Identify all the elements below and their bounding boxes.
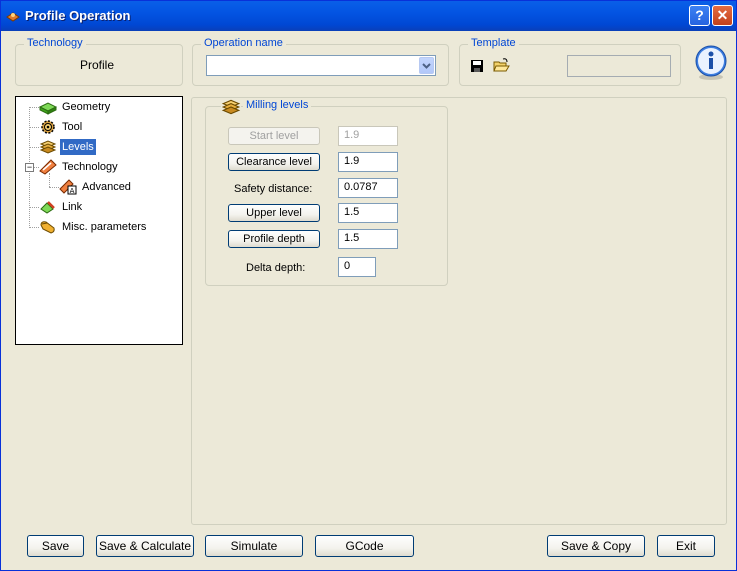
info-icon[interactable] bbox=[694, 45, 728, 81]
simulate-button[interactable]: Simulate bbox=[205, 535, 303, 557]
chevron-down-icon bbox=[422, 63, 431, 69]
tree-expander-sign: − bbox=[26, 162, 33, 172]
close-button[interactable]: ✕ bbox=[712, 5, 733, 26]
technology-value: Profile bbox=[80, 58, 115, 72]
operation-name-combobox[interactable] bbox=[206, 55, 436, 76]
title-bar[interactable]: Profile Operation ? ✕ bbox=[1, 1, 736, 31]
operation-name-title: Operation name bbox=[201, 37, 286, 49]
save-calculate-button[interactable]: Save & Calculate bbox=[96, 535, 194, 557]
tree-connector bbox=[29, 227, 39, 228]
tree-connector bbox=[29, 207, 39, 208]
help-button[interactable]: ? bbox=[689, 5, 710, 26]
tree-item-technology[interactable]: Technology bbox=[60, 159, 120, 175]
milling-levels-icon bbox=[221, 98, 241, 116]
tree-connector bbox=[29, 127, 39, 128]
tree-item-geometry[interactable]: Geometry bbox=[60, 99, 112, 115]
upper-level-button[interactable]: Upper level bbox=[228, 204, 320, 222]
tree-connector bbox=[49, 187, 59, 188]
upper-level-field[interactable]: 1.5 bbox=[338, 203, 398, 223]
save-button[interactable]: Save bbox=[27, 535, 84, 557]
profile-depth-field[interactable]: 1.5 bbox=[338, 229, 398, 249]
technology-icon bbox=[39, 159, 57, 175]
misc-parameters-icon bbox=[40, 221, 55, 234]
save-copy-button[interactable]: Save & Copy bbox=[547, 535, 645, 557]
tree-connector bbox=[29, 147, 39, 148]
dropdown-button[interactable] bbox=[419, 57, 434, 74]
levels-icon bbox=[39, 140, 57, 154]
advanced-icon: A bbox=[59, 179, 77, 195]
template-title: Template bbox=[468, 37, 519, 49]
technology-group: Technology Profile bbox=[15, 37, 183, 86]
technology-group-title: Technology bbox=[24, 37, 86, 49]
save-template-icon[interactable] bbox=[470, 59, 484, 73]
tree-item-misc-parameters[interactable]: Misc. parameters bbox=[60, 219, 148, 235]
gcode-button[interactable]: GCode bbox=[315, 535, 414, 557]
safety-distance-label: Safety distance: bbox=[234, 183, 313, 195]
tree-connector bbox=[49, 173, 50, 187]
milling-levels-title: Milling levels bbox=[243, 99, 312, 111]
profile-depth-button[interactable]: Profile depth bbox=[228, 230, 320, 248]
safety-distance-field[interactable]: 0.0787 bbox=[338, 178, 398, 198]
svg-text:A: A bbox=[70, 187, 75, 195]
geometry-icon bbox=[39, 102, 57, 115]
delta-depth-field[interactable]: 0 bbox=[338, 257, 376, 277]
tree-item-levels[interactable]: Levels bbox=[60, 139, 96, 155]
start-level-button[interactable]: Start level bbox=[228, 127, 320, 145]
exit-button[interactable]: Exit bbox=[657, 535, 715, 557]
milling-levels-group: Milling levels Start level 1.9 Clearance… bbox=[205, 98, 448, 286]
operation-tree[interactable]: Geometry Tool Levels − Technology A Adva… bbox=[15, 96, 183, 345]
template-field[interactable] bbox=[567, 55, 671, 77]
tree-expander[interactable]: − bbox=[25, 163, 34, 172]
start-level-field[interactable]: 1.9 bbox=[338, 126, 398, 146]
main-panel: Milling levels Start level 1.9 Clearance… bbox=[191, 97, 727, 525]
link-icon bbox=[40, 201, 55, 214]
template-group: Template bbox=[459, 37, 681, 86]
clearance-level-field[interactable]: 1.9 bbox=[338, 152, 398, 172]
window-title: Profile Operation bbox=[25, 8, 131, 23]
app-icon bbox=[6, 12, 20, 22]
tree-connector bbox=[29, 107, 39, 108]
clearance-level-button[interactable]: Clearance level bbox=[228, 153, 320, 171]
profile-operation-window: Profile Operation ? ✕ Technology Profile… bbox=[0, 0, 737, 571]
tree-item-tool[interactable]: Tool bbox=[60, 119, 84, 135]
open-template-icon[interactable] bbox=[493, 58, 510, 73]
tool-gear-icon bbox=[41, 120, 55, 134]
delta-depth-label: Delta depth: bbox=[246, 262, 306, 274]
tree-item-link[interactable]: Link bbox=[60, 199, 84, 215]
tree-item-advanced[interactable]: Advanced bbox=[80, 179, 133, 195]
operation-name-group: Operation name bbox=[192, 37, 449, 86]
